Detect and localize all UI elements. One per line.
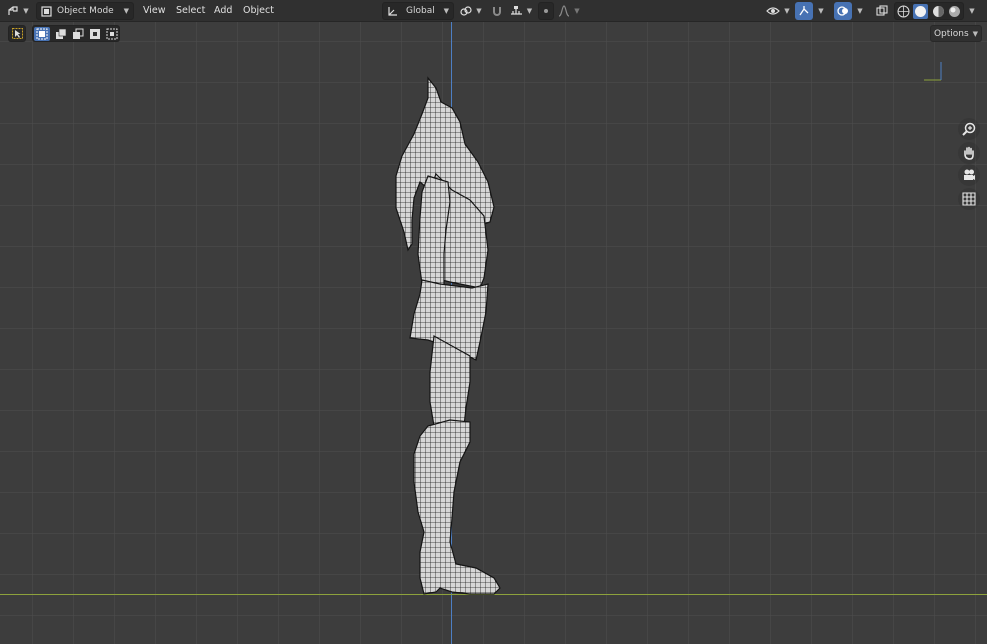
object-mode-icon <box>41 5 52 17</box>
select-subtract-icon[interactable] <box>72 28 84 40</box>
wireframe-shading-icon[interactable] <box>897 5 910 18</box>
select-tool-button[interactable] <box>8 25 26 42</box>
select-difference-icon[interactable] <box>89 28 101 40</box>
editor-type-button[interactable]: ▼ <box>4 2 32 20</box>
shading-dropdown[interactable]: ▼ <box>965 2 979 20</box>
proportional-edit-icon <box>544 9 548 13</box>
camera-view-button[interactable] <box>958 164 980 186</box>
mode-selector[interactable]: Object Mode ▼ <box>36 2 134 20</box>
snap-increment-icon <box>510 6 522 15</box>
menu-add[interactable]: Add <box>214 4 232 18</box>
ortho-grid-icon <box>962 192 976 206</box>
menu-object[interactable]: Object <box>243 4 274 18</box>
falloff-curve-icon <box>559 5 570 17</box>
falloff-button[interactable]: ▼ <box>556 2 582 20</box>
select-intersect-icon[interactable] <box>106 28 118 40</box>
overlay-toggle[interactable] <box>834 2 852 20</box>
snap-toggle[interactable] <box>488 2 506 20</box>
xray-icon <box>876 5 888 16</box>
zoom-button[interactable] <box>958 118 980 140</box>
tool-settings-row: Options ▼ <box>0 22 987 44</box>
pivot-point-button[interactable]: ▼ <box>458 2 484 20</box>
chevron-down-icon: ▼ <box>784 7 790 15</box>
select-extend-icon[interactable] <box>55 28 67 40</box>
gizmo-icon <box>799 6 809 16</box>
viewport-header: ▼ Object Mode ▼ View Select Add Object G… <box>0 0 987 22</box>
eye-icon <box>766 7 781 15</box>
gizmo-dropdown[interactable]: ▼ <box>814 2 828 20</box>
shading-mode-group <box>894 2 964 20</box>
pan-button[interactable] <box>958 142 980 164</box>
gizmo-toggle[interactable] <box>795 2 813 20</box>
3d-viewport[interactable] <box>0 22 987 644</box>
chevron-down-icon: ▼ <box>972 29 979 38</box>
ortho-toggle-button[interactable] <box>958 188 980 210</box>
selection-mode-group <box>32 25 120 42</box>
options-label: Options <box>933 28 969 39</box>
proportional-edit-toggle[interactable] <box>538 2 554 20</box>
chevron-down-icon: ▼ <box>574 7 580 15</box>
cursor-select-icon <box>11 28 23 39</box>
overlay-dropdown[interactable]: ▼ <box>853 2 867 20</box>
chevron-down-icon: ▼ <box>23 7 29 15</box>
viewport-editor-icon <box>8 6 18 15</box>
chevron-down-icon: ▼ <box>526 7 533 15</box>
select-new-icon[interactable] <box>34 26 50 41</box>
solid-shading-icon[interactable] <box>913 3 929 19</box>
chevron-down-icon: ▼ <box>443 7 449 15</box>
magnet-icon <box>493 7 501 16</box>
material-shading-icon[interactable] <box>932 5 945 18</box>
camera-icon <box>964 169 975 180</box>
chevron-down-icon: ▼ <box>476 7 482 15</box>
transform-axes-icon <box>388 6 397 16</box>
menu-select[interactable]: Select <box>176 4 205 18</box>
viewport-grid <box>0 22 987 644</box>
overlay-icon <box>837 6 848 16</box>
transform-orientation-selector[interactable]: Global ▼ <box>382 2 454 20</box>
chevron-down-icon: ▼ <box>857 7 863 15</box>
visibility-button[interactable]: ▼ <box>764 2 792 20</box>
chevron-down-icon: ▼ <box>818 7 824 15</box>
chevron-down-icon: ▼ <box>969 7 975 15</box>
rendered-shading-icon[interactable] <box>948 5 961 18</box>
snap-target-button[interactable]: ▼ <box>507 2 535 20</box>
menu-view[interactable]: View <box>143 4 166 18</box>
mode-label: Object Mode <box>57 6 114 16</box>
xray-toggle[interactable] <box>873 2 891 20</box>
pivot-link-icon <box>460 6 472 16</box>
orientation-label: Global <box>406 6 435 16</box>
pan-hand-icon <box>964 146 974 160</box>
chevron-down-icon: ▼ <box>123 7 129 15</box>
options-dropdown[interactable]: Options ▼ <box>930 25 982 42</box>
zoom-icon <box>962 122 976 136</box>
